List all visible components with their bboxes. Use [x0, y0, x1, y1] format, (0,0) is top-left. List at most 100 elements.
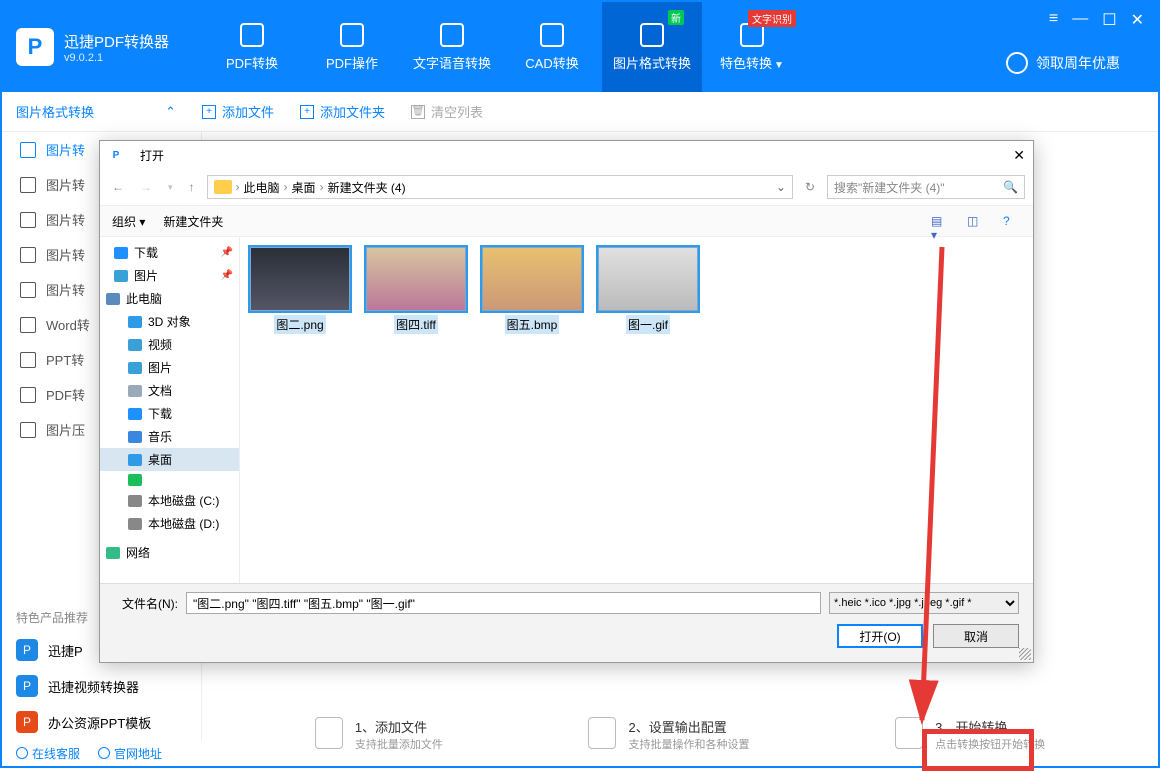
view-mode-icon[interactable]: ▤ ▾	[931, 214, 949, 228]
tab-CAD转换[interactable]: CAD转换	[502, 2, 602, 92]
tree-item[interactable]	[100, 471, 239, 489]
promo-item[interactable]: P迅捷视频转换器	[2, 668, 201, 704]
file-name: 图二.png	[274, 315, 325, 334]
tree-item[interactable]: 本地磁盘 (C:)	[100, 489, 239, 512]
promo-item[interactable]: P办公资源PPT模板	[2, 704, 201, 740]
folder-icon	[128, 408, 142, 420]
dialog-close-icon[interactable]: ✕	[1013, 147, 1025, 164]
tree-item[interactable]: 视频	[100, 333, 239, 356]
recent-dropdown-icon[interactable]: ▾	[164, 182, 177, 193]
site-link[interactable]: 官网地址	[98, 745, 162, 762]
tab-PDF转换[interactable]: PDF转换	[202, 2, 302, 92]
logo-block: P 迅捷PDF转换器 v9.0.2.1	[2, 28, 202, 66]
file-name: 图五.bmp	[505, 315, 560, 334]
step-icon	[895, 717, 923, 749]
tree-item[interactable]: 文档	[100, 379, 239, 402]
file-open-dialog: P 打开 ✕ ← → ▾ ↑ › 此电脑› 桌面› 新建文件夹 (4) ⌄ ↻ …	[99, 140, 1034, 663]
globe-icon	[98, 747, 110, 759]
tree-item[interactable]: 下载📌	[100, 241, 239, 264]
main-tabs: PDF转换PDF操作文字语音转换CAD转换新图片格式转换文字识别特色转换▼	[202, 2, 802, 92]
step-sub: 支持批量操作和各种设置	[628, 736, 749, 752]
folder-icon	[128, 454, 142, 466]
thumbnail	[250, 247, 350, 311]
file-item[interactable]: 图二.png	[250, 247, 350, 334]
close-icon[interactable]: ✕	[1131, 10, 1144, 30]
folder-tree[interactable]: 下载📌图片📌此电脑3D 对象视频图片文档下载音乐桌面本地磁盘 (C:) 本地磁盘 …	[100, 237, 240, 583]
tab-图片格式转换[interactable]: 新图片格式转换	[602, 2, 702, 92]
tab-icon	[540, 23, 564, 47]
up-icon[interactable]: ↑	[185, 180, 199, 194]
tree-item[interactable]: 3D 对象	[100, 310, 239, 333]
tree-label: 本地磁盘 (C:)	[148, 492, 219, 509]
filename-input[interactable]	[186, 592, 821, 614]
tree-label: 文档	[148, 382, 172, 399]
folder-icon	[106, 547, 120, 559]
add-folder-button[interactable]: + 添加文件夹	[300, 102, 385, 121]
chevron-up-icon[interactable]: ⌃	[165, 104, 176, 120]
tree-item[interactable]: 网络	[100, 541, 239, 564]
folder-icon	[128, 474, 142, 486]
help-icon[interactable]: ?	[1003, 214, 1021, 228]
headset-icon	[16, 747, 28, 759]
tab-label: PDF转换	[226, 53, 278, 72]
tab-文字语音转换[interactable]: 文字语音转换	[402, 2, 502, 92]
crumb-dropdown-icon[interactable]: ⌄	[776, 180, 786, 194]
resize-grip-icon[interactable]	[1019, 648, 1031, 660]
badge: 文字识别	[748, 10, 796, 27]
tree-item[interactable]: 图片	[100, 356, 239, 379]
tree-label: 本地磁盘 (D:)	[148, 515, 219, 532]
file-list[interactable]: 图二.png 图四.tiff 图五.bmp 图一.gif	[240, 237, 1033, 583]
tree-item[interactable]: 图片📌	[100, 264, 239, 287]
promo-icon: P	[16, 675, 38, 697]
tab-label: 特色转换▼	[720, 53, 784, 72]
new-folder-button[interactable]: 新建文件夹	[163, 213, 223, 230]
search-input[interactable]: 搜索"新建文件夹 (4)" 🔍	[827, 175, 1025, 199]
promo-link[interactable]: 领取周年优惠	[1006, 52, 1120, 74]
maximize-icon[interactable]: ☐	[1102, 10, 1116, 30]
tree-item[interactable]: 音乐	[100, 425, 239, 448]
step: 1、添加文件支持批量添加文件	[315, 717, 443, 752]
open-button[interactable]: 打开(O)	[837, 624, 923, 648]
sidebar-item-label: Word转	[46, 315, 90, 334]
cancel-button[interactable]: 取消	[933, 624, 1019, 648]
tab-特色转换[interactable]: 文字识别特色转换▼	[702, 2, 802, 92]
step-icon	[315, 717, 343, 749]
sidebar-item-label: PPT转	[46, 350, 84, 369]
support-link[interactable]: 在线客服	[16, 745, 80, 762]
sidebar-item-label: 图片转	[46, 280, 85, 299]
sidebar-icon	[20, 352, 36, 368]
tree-item[interactable]: 下载	[100, 402, 239, 425]
tab-icon	[340, 23, 364, 47]
back-icon[interactable]: ←	[108, 180, 128, 194]
plus-icon: +	[202, 105, 216, 119]
tree-item[interactable]: 本地磁盘 (D:)	[100, 512, 239, 535]
folder-icon	[128, 339, 142, 351]
filetype-select[interactable]: *.heic *.ico *.jpg *.jpeg *.gif *	[829, 592, 1019, 614]
refresh-icon[interactable]: ↻	[801, 180, 819, 194]
app-title: 迅捷PDF转换器	[64, 31, 169, 52]
file-item[interactable]: 图五.bmp	[482, 247, 582, 334]
minimize-icon[interactable]: —	[1072, 10, 1088, 30]
tab-icon	[440, 23, 464, 47]
app-logo: P	[16, 28, 54, 66]
tree-item[interactable]: 桌面	[100, 448, 239, 471]
tab-PDF操作[interactable]: PDF操作	[302, 2, 402, 92]
clear-list-button[interactable]: 🗑 清空列表	[411, 102, 483, 121]
organize-dropdown[interactable]: 组织 ▾	[112, 213, 145, 230]
promo-icon: P	[16, 639, 38, 661]
step-title: 2、设置输出配置	[628, 717, 749, 736]
tree-label: 下载	[148, 405, 172, 422]
tree-item[interactable]: 此电脑	[100, 287, 239, 310]
forward-icon[interactable]: →	[136, 180, 156, 194]
breadcrumb[interactable]: › 此电脑› 桌面› 新建文件夹 (4) ⌄	[207, 175, 793, 199]
preview-pane-icon[interactable]: ◫	[967, 214, 985, 228]
tree-label: 音乐	[148, 428, 172, 445]
sidebar-icon	[20, 387, 36, 403]
tab-label: 文字语音转换	[413, 53, 491, 72]
menu-icon[interactable]: ≡	[1049, 10, 1058, 30]
add-file-button[interactable]: + 添加文件	[202, 102, 274, 121]
tab-label: PDF操作	[326, 53, 378, 72]
file-item[interactable]: 图四.tiff	[366, 247, 466, 334]
folder-icon	[128, 495, 142, 507]
file-item[interactable]: 图一.gif	[598, 247, 698, 334]
